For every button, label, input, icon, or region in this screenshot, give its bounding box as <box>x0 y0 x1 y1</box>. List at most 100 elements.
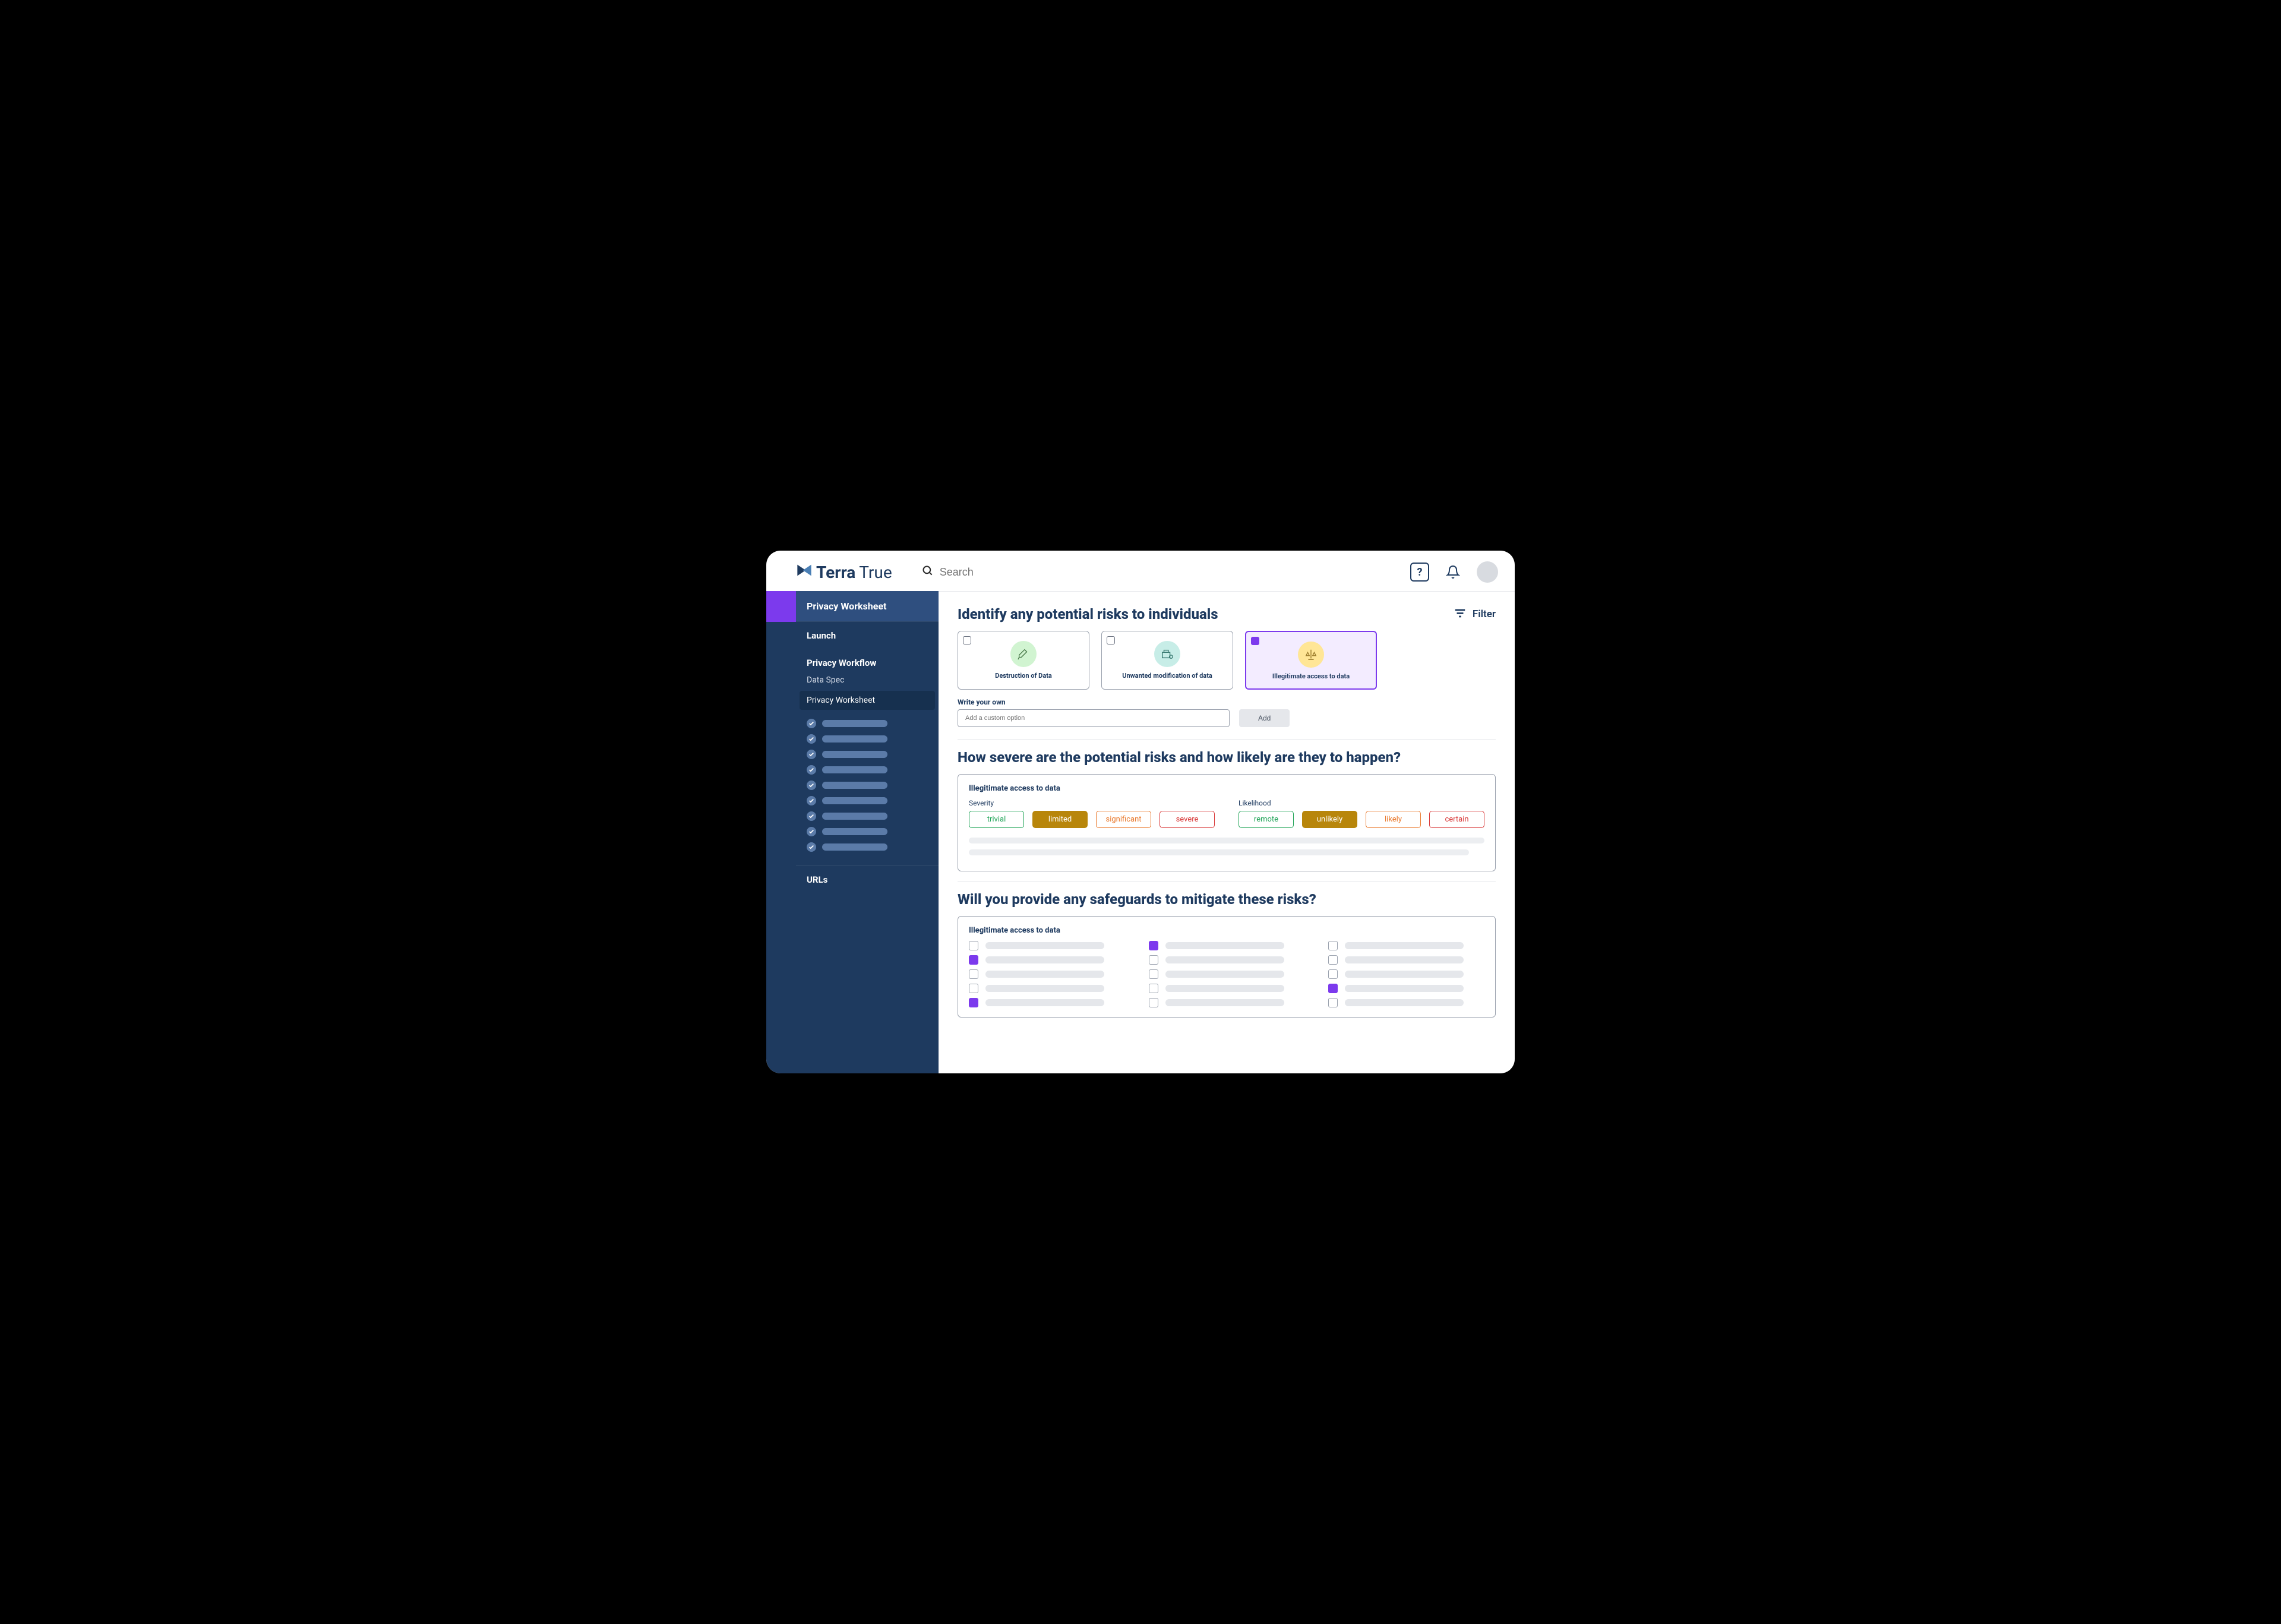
check-icon <box>807 765 816 775</box>
sidebar-progress-item[interactable] <box>796 762 939 778</box>
risk-icon <box>1154 641 1180 667</box>
safeguard-option[interactable] <box>1149 941 1305 950</box>
safeguard-option[interactable] <box>1149 955 1305 965</box>
checkbox-icon <box>963 636 971 644</box>
write-own-label: Write your own <box>958 698 1496 706</box>
safeguard-option[interactable] <box>969 941 1125 950</box>
custom-option-input[interactable] <box>958 709 1230 727</box>
check-icon <box>807 781 816 790</box>
risk-card-label: Unwanted modification of data <box>1122 672 1212 682</box>
placeholder-bar <box>822 751 887 758</box>
safeguard-option[interactable] <box>969 969 1125 979</box>
add-button[interactable]: Add <box>1239 709 1290 727</box>
sidebar-item-launch[interactable]: Launch <box>796 621 939 649</box>
rating-pill[interactable]: remote <box>1239 811 1294 828</box>
safeguard-option[interactable] <box>1149 998 1305 1007</box>
safeguard-option[interactable] <box>1328 969 1484 979</box>
safeguard-option[interactable] <box>1328 941 1484 950</box>
search-input[interactable] <box>940 566 1118 579</box>
placeholder-bar <box>822 782 887 789</box>
safeguard-option[interactable] <box>1149 969 1305 979</box>
check-icon <box>807 842 816 852</box>
placeholder-bar <box>822 828 887 835</box>
placeholder-bar <box>985 999 1104 1006</box>
risk-card-label: Destruction of Data <box>995 672 1052 682</box>
placeholder-bar <box>822 766 887 773</box>
check-icon <box>807 827 816 836</box>
safeguard-option[interactable] <box>1328 984 1484 993</box>
check-icon <box>807 811 816 821</box>
sidebar-progress-item[interactable] <box>796 716 939 731</box>
safeguard-option[interactable] <box>1149 984 1305 993</box>
sidebar-page-label: Privacy Worksheet <box>796 591 939 621</box>
rating-row: Severity trivial limited significant severe… <box>969 799 1484 828</box>
severity-group: Severity trivial limited significant severe <box>969 799 1215 828</box>
placeholder-bar <box>822 735 887 743</box>
placeholder-bar <box>1345 999 1464 1006</box>
safeguard-option[interactable] <box>1328 998 1484 1007</box>
sidebar-subitem[interactable]: Privacy Worksheet <box>800 691 935 710</box>
sidebar-progress-item[interactable] <box>796 824 939 839</box>
notifications-button[interactable] <box>1442 561 1464 583</box>
placeholder-bar <box>985 942 1104 949</box>
risk-card[interactable]: Illegitimate access to data <box>1245 631 1377 690</box>
placeholder-bar <box>1345 956 1464 963</box>
sidebar-progress-item[interactable] <box>796 778 939 793</box>
safeguard-option[interactable] <box>969 984 1125 993</box>
sidebar-progress-item[interactable] <box>796 808 939 824</box>
placeholder-bar <box>822 797 887 804</box>
placeholder-bar <box>1165 985 1284 992</box>
logo-mark-icon <box>796 562 813 583</box>
rating-pill[interactable]: likely <box>1366 811 1421 828</box>
section2-title: How severe are the potential risks and h… <box>958 749 1496 766</box>
placeholder-lines <box>969 838 1484 855</box>
section3-title: Will you provide any safeguards to mitig… <box>958 891 1496 908</box>
section1-title: Identify any potential risks to individu… <box>958 606 1218 623</box>
safeguard-grid <box>969 941 1484 1007</box>
filter-button[interactable]: Filter <box>1454 606 1496 623</box>
rating-pill[interactable]: certain <box>1429 811 1484 828</box>
rating-pill[interactable]: significant <box>1096 811 1151 828</box>
safeguard-option[interactable] <box>969 998 1125 1007</box>
risk-icon <box>1298 642 1324 668</box>
severity-panel-title: Illegitimate access to data <box>969 784 1484 793</box>
filter-icon <box>1454 606 1467 623</box>
help-button[interactable]: ? <box>1410 563 1429 582</box>
sidebar-section-workflow: Privacy Workflow <box>796 649 939 671</box>
check-icon <box>807 719 816 728</box>
rating-pill[interactable]: unlikely <box>1302 811 1357 828</box>
divider <box>958 739 1496 740</box>
checkbox-icon <box>1149 955 1158 965</box>
sidebar-progress-item[interactable] <box>796 747 939 762</box>
accent-strip <box>766 591 796 1073</box>
severity-label: Severity <box>969 799 1215 807</box>
custom-option-row: Add <box>958 709 1496 727</box>
brand-name-1: Terra <box>816 563 855 582</box>
sidebar-progress-item[interactable] <box>796 793 939 808</box>
check-icon <box>807 796 816 805</box>
checkbox-icon <box>1328 984 1338 993</box>
filter-label: Filter <box>1473 608 1496 620</box>
risk-card[interactable]: Destruction of Data <box>958 631 1089 690</box>
rating-pill[interactable]: severe <box>1160 811 1215 828</box>
checkbox-icon <box>1328 955 1338 965</box>
placeholder-bar <box>985 985 1104 992</box>
sidebar-subitem[interactable]: Data Spec <box>796 671 939 690</box>
sidebar-progress-item[interactable] <box>796 839 939 855</box>
checkbox-icon <box>969 984 978 993</box>
brand-name-2: True <box>859 563 892 582</box>
rating-pill[interactable]: limited <box>1032 811 1088 828</box>
avatar[interactable] <box>1477 561 1498 583</box>
sidebar-progress-item[interactable] <box>796 731 939 747</box>
sidebar-item-urls[interactable]: URLs <box>796 865 939 893</box>
risk-card[interactable]: Unwanted modification of data <box>1101 631 1233 690</box>
safeguard-option[interactable] <box>969 955 1125 965</box>
placeholder-bar <box>822 843 887 851</box>
checkbox-icon <box>1328 969 1338 979</box>
placeholder-bar <box>1345 985 1464 992</box>
checkbox-icon <box>1107 636 1115 644</box>
rating-pill[interactable]: trivial <box>969 811 1024 828</box>
likelihood-label: Likelihood <box>1239 799 1484 807</box>
checkbox-icon <box>1251 637 1259 645</box>
safeguard-option[interactable] <box>1328 955 1484 965</box>
